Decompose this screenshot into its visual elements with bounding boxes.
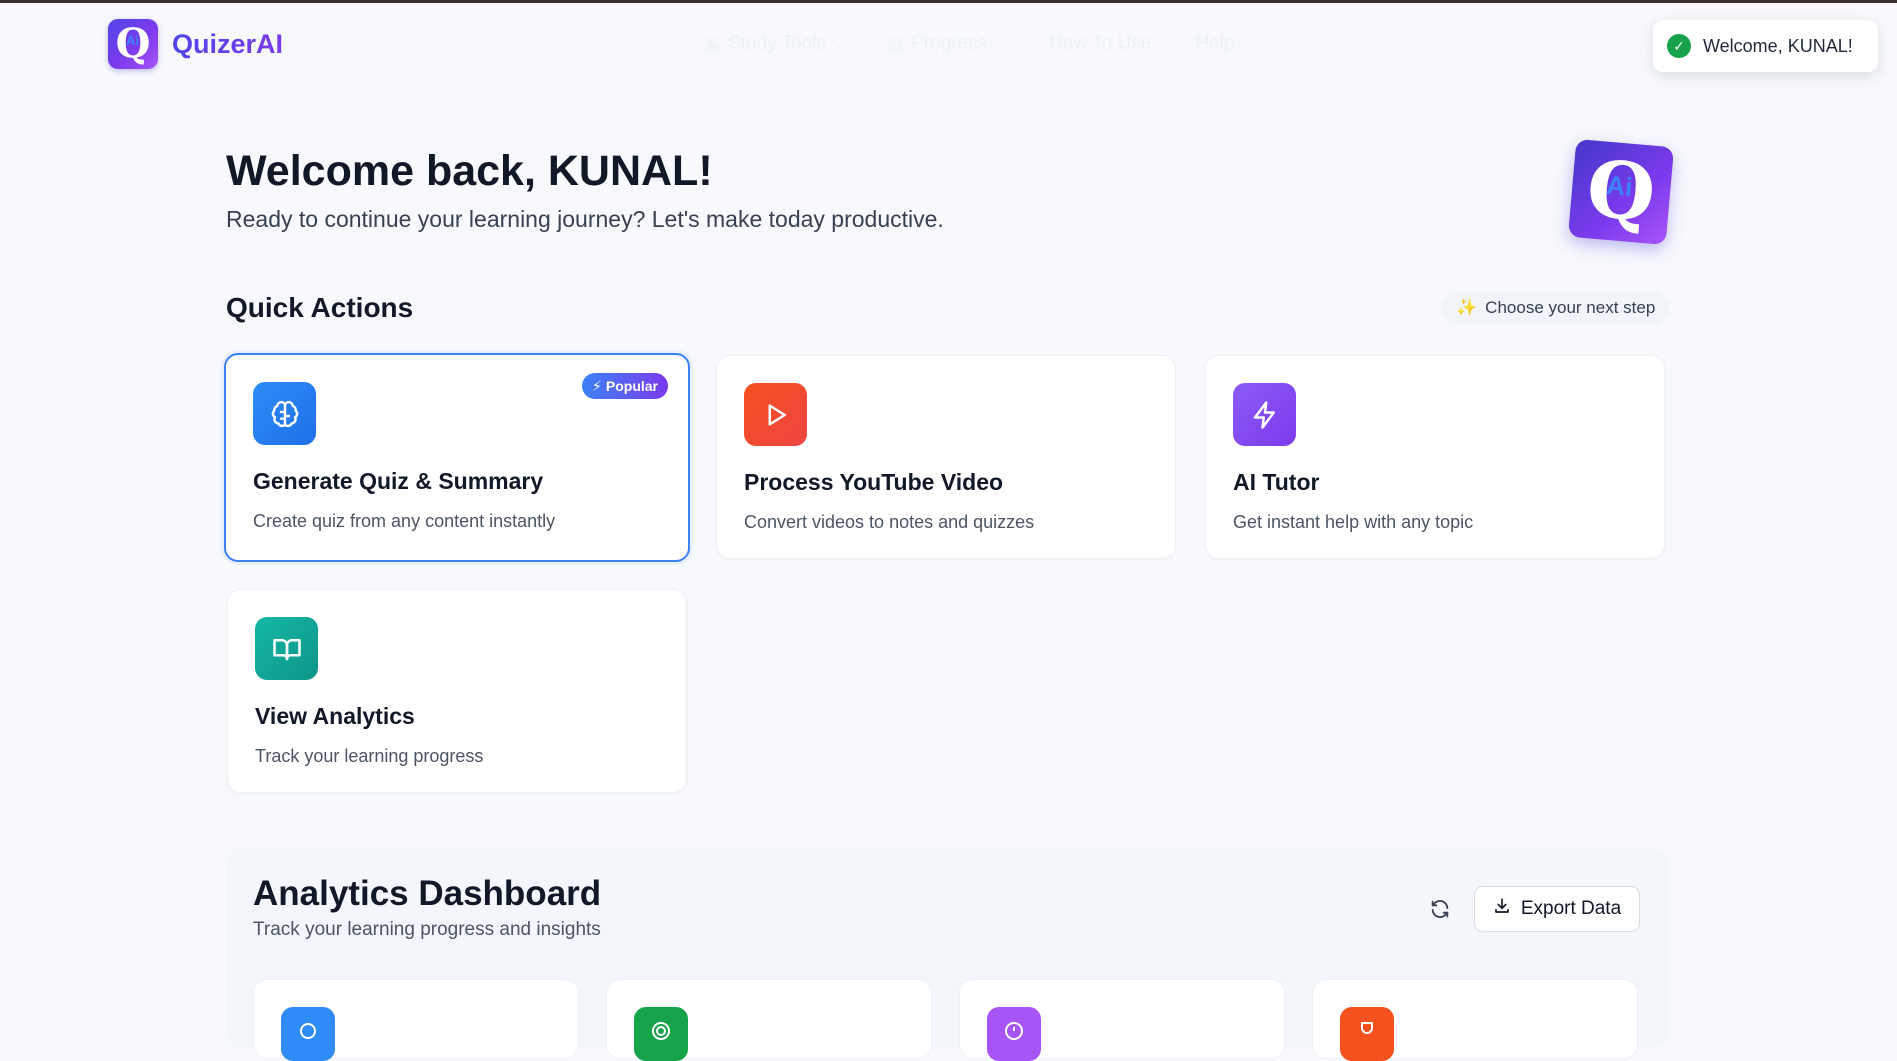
card-title: AI Tutor bbox=[1233, 469, 1320, 495]
open-book-icon bbox=[255, 617, 318, 680]
analytics-title: Analytics Dashboard bbox=[253, 874, 602, 913]
trophy-icon bbox=[1340, 1007, 1394, 1061]
hero-logo-icon: Q Ai bbox=[1567, 138, 1675, 246]
target-icon bbox=[634, 1007, 688, 1061]
stat-card-achievements bbox=[1312, 979, 1638, 1061]
card-description: Create quiz from any content instantly bbox=[253, 511, 556, 531]
toast-message: Welcome, KUNAL! bbox=[1703, 35, 1853, 56]
chevron-down-icon: ⌄ bbox=[995, 37, 1006, 51]
zap-icon bbox=[1233, 383, 1296, 446]
page-title: Welcome back, KUNAL! bbox=[226, 147, 713, 195]
zap-icon: ⚡︎ bbox=[592, 377, 602, 394]
nav-help[interactable]: Help bbox=[1195, 33, 1234, 55]
card-generate-quiz[interactable]: ⚡︎ Popular Generate Quiz & Summary Creat… bbox=[224, 353, 690, 562]
card-description: Get instant help with any topic bbox=[1233, 512, 1474, 532]
nav-progress[interactable]: ▤ Progress ⌄ bbox=[888, 33, 1005, 55]
card-title: Generate Quiz & Summary bbox=[253, 468, 544, 494]
popular-badge: ⚡︎ Popular bbox=[582, 373, 668, 399]
quick-actions-title: Quick Actions bbox=[226, 292, 414, 323]
nav-how-to-use[interactable]: How To Use bbox=[1049, 33, 1151, 55]
sparkles-icon: ✨ bbox=[1456, 298, 1478, 317]
brand-name: QuizerAI bbox=[172, 28, 284, 59]
clock-icon bbox=[987, 1007, 1041, 1061]
analytics-subtitle: Track your learning progress and insight… bbox=[253, 919, 601, 940]
welcome-toast[interactable]: ✓ Welcome, KUNAL! bbox=[1653, 20, 1878, 72]
card-title: View Analytics bbox=[255, 703, 415, 729]
card-process-youtube[interactable]: Process YouTube Video Convert videos to … bbox=[716, 355, 1176, 559]
chart-icon: ▤ bbox=[888, 36, 904, 53]
check-circle-icon: ✓ bbox=[1667, 34, 1691, 58]
nav-study-tools[interactable]: ▣ Study Tools ⌄ bbox=[705, 33, 844, 55]
card-description: Convert videos to notes and quizzes bbox=[744, 512, 1035, 532]
logo-icon: Q Ai bbox=[108, 19, 158, 69]
next-step-hint: ✨ Choose your next step bbox=[1442, 292, 1670, 324]
nav-links: ▣ Study Tools ⌄ ▤ Progress ⌄ How To Use … bbox=[705, 33, 1234, 55]
stat-card-accuracy bbox=[606, 979, 932, 1061]
chevron-down-icon: ⌄ bbox=[834, 37, 845, 51]
page-subtitle: Ready to continue your learning journey?… bbox=[226, 206, 944, 232]
navbar: Q Ai QuizerAI ▣ Study Tools ⌄ ▤ Progress… bbox=[0, 3, 1897, 87]
book-icon: ▣ bbox=[705, 36, 721, 53]
stat-card-time bbox=[959, 979, 1285, 1061]
card-ai-tutor[interactable]: AI Tutor Get instant help with any topic bbox=[1205, 355, 1665, 559]
play-icon bbox=[744, 383, 807, 446]
card-description: Track your learning progress bbox=[255, 746, 484, 766]
brand[interactable]: Q Ai QuizerAI bbox=[108, 19, 283, 69]
card-view-analytics[interactable]: View Analytics Track your learning progr… bbox=[227, 589, 687, 793]
refresh-icon[interactable] bbox=[1427, 896, 1453, 922]
brain-icon bbox=[253, 382, 316, 445]
stat-card-quizzes bbox=[253, 979, 579, 1061]
download-icon bbox=[1493, 897, 1511, 921]
export-data-button[interactable]: Export Data bbox=[1474, 886, 1640, 932]
card-title: Process YouTube Video bbox=[744, 469, 1004, 495]
brain-icon bbox=[281, 1007, 335, 1061]
